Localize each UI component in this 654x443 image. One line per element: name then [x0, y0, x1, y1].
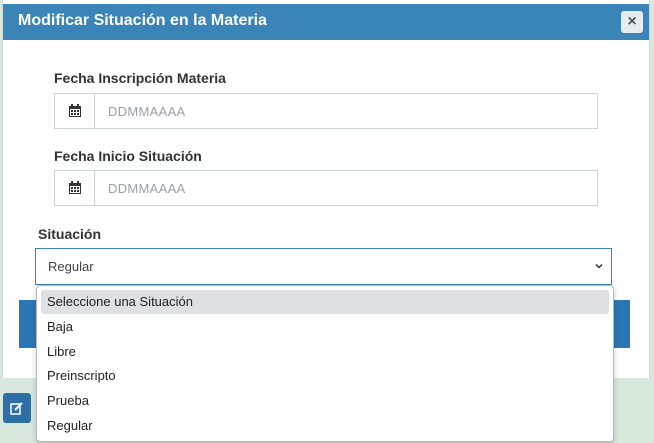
situacion-selected-value: Regular [48, 259, 94, 274]
option-libre[interactable]: Libre [41, 340, 609, 364]
situacion-dropdown: Seleccione una Situación Baja Libre Prei… [36, 285, 614, 442]
option-seleccione[interactable]: Seleccione una Situación [41, 290, 609, 314]
fecha-inscripcion-input[interactable] [95, 94, 597, 128]
fecha-inscripcion-label: Fecha Inscripción Materia [54, 70, 226, 86]
situacion-label: Situación [38, 226, 102, 242]
modal-title: Modificar Situación en la Materia [18, 12, 267, 29]
option-regular[interactable]: Regular [41, 414, 609, 438]
close-button[interactable]: × [621, 11, 643, 33]
option-baja[interactable]: Baja [41, 315, 609, 339]
fecha-inicio-input[interactable] [95, 171, 597, 205]
fecha-inicio-label: Fecha Inicio Situación [54, 148, 202, 164]
fecha-inicio-group [54, 170, 598, 206]
chevron-down-icon [595, 263, 603, 269]
fecha-inscripcion-group [54, 93, 598, 129]
calendar-icon[interactable] [55, 94, 95, 128]
edit-button[interactable] [3, 393, 31, 423]
edit-icon [10, 402, 23, 415]
calendar-icon[interactable] [55, 171, 95, 205]
option-prueba[interactable]: Prueba [41, 389, 609, 413]
modal-header: Modificar Situación en la Materia × [3, 4, 649, 40]
situacion-select[interactable]: Regular [35, 248, 612, 285]
option-preinscripto[interactable]: Preinscripto [41, 364, 609, 388]
